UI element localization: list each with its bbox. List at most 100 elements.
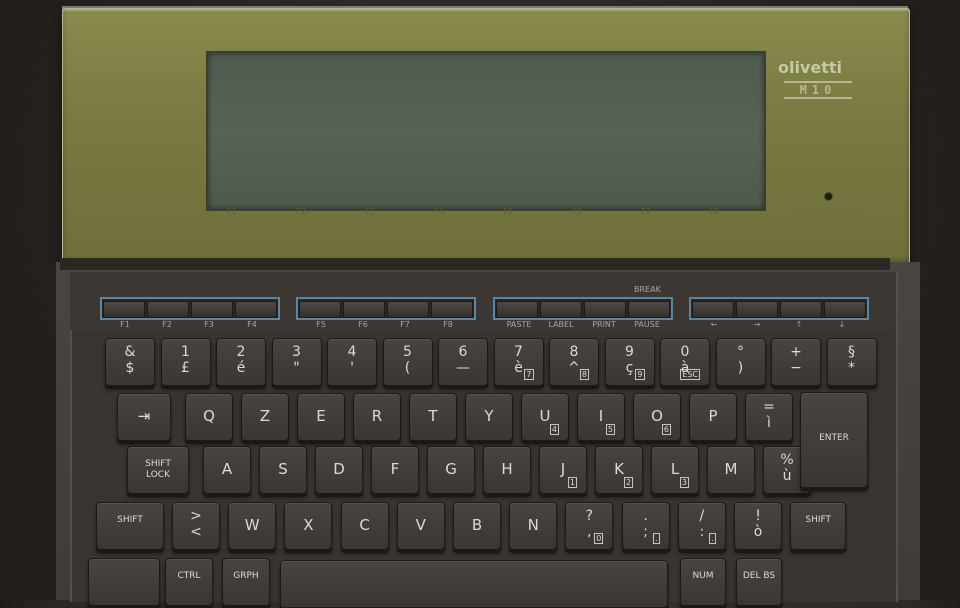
r3-key-9-c: L [670,460,680,478]
r1-key-1[interactable]: 1 £ [160,338,211,386]
r4-key-12[interactable]: SHIFT [790,502,847,550]
graph-key-s: GRPH [233,571,259,581]
r4-key-9[interactable]: .;. [621,502,670,550]
r2-key-9[interactable]: O6 [633,393,681,441]
r2-key-4-c: R [371,407,383,425]
r1-key-8-sub: 8 [579,369,589,380]
r3-key-4-c: F [390,460,400,478]
r2-key-3[interactable]: E [297,393,345,441]
r2-key-5-c: T [428,407,438,425]
r2-key-10[interactable]: P [689,393,737,441]
r1-key-13-t: § [848,344,855,360]
r4-key-0[interactable]: SHIFT [96,502,164,550]
r4-key-5[interactable]: V [396,502,445,550]
r1-key-4[interactable]: 4 ' [327,338,377,386]
label-key[interactable] [540,301,582,318]
num-key[interactable]: NUM [680,558,726,606]
r2-key-7[interactable]: U4 [521,393,569,441]
r2-key-1-c: Q [203,407,215,425]
r4-key-3[interactable]: X [284,502,333,550]
f5-key[interactable] [299,301,341,318]
blank-key[interactable] [88,558,160,606]
r1-key-12[interactable]: + − [771,338,821,386]
r2-key-2[interactable]: Z [241,393,289,441]
r1-key-1-t: 1 [181,344,190,360]
r2-key-11[interactable]: = ì [745,393,793,441]
r4-key-4[interactable]: C [340,502,389,550]
f3-key[interactable] [191,301,233,318]
r4-key-10[interactable]: /:. [677,502,726,550]
r3-key-0[interactable]: SHIFT LOCK [127,446,189,494]
r1-key-7[interactable]: 7è7 [493,338,544,386]
r1-key-11[interactable]: °) [715,338,766,386]
r2-key-4[interactable]: R [353,393,401,441]
r2-key-5[interactable]: T [409,393,457,441]
r2-key-0[interactable]: ⇥ [117,393,171,441]
r1-key-7-sub: 7 [524,369,534,380]
r4-key-2[interactable]: W [228,502,277,550]
r3-key-1-c: A [221,460,233,478]
right-arrow-key[interactable] [736,301,778,318]
r1-key-9-t: 9 [625,344,634,360]
r3-key-7[interactable]: J1 [539,446,587,494]
r1-key-10[interactable]: 0 à ESC [660,338,710,386]
r3-key-10[interactable]: M [707,446,755,494]
f2-key[interactable] [147,301,189,318]
left-arrow-key[interactable] [692,301,734,318]
r3-key-1[interactable]: A [203,446,251,494]
r3-key-4[interactable]: F [371,446,419,494]
r1-key-9[interactable]: 9ç9 [604,338,655,386]
paste-label: PASTE [506,320,532,329]
f8-key[interactable] [431,301,473,318]
graph-key[interactable]: GRPH [222,558,270,606]
r4-key-1[interactable]: > < [172,502,220,550]
r3-key-8[interactable]: K2 [595,446,643,494]
pause-label: PAUSE [634,320,660,329]
pause-key[interactable] [628,301,670,318]
r3-key-10-c: M [724,460,738,478]
r4-key-8[interactable]: ?, 0 [565,502,614,550]
lcd-label-f5: F5 [503,207,513,216]
del-bs-key[interactable]: DEL BS [736,558,782,606]
r1-key-3[interactable]: 3 " [271,338,322,386]
print-key[interactable] [584,301,626,318]
r4-key-6[interactable]: B [453,502,501,550]
f1-key[interactable] [103,301,145,318]
r4-key-11[interactable]: ! ò [734,502,782,550]
r1-key-13[interactable]: § * [826,338,877,386]
r1-key-8[interactable]: 8 ^ 8 [549,338,599,386]
r1-key-4-t: 4 [347,344,357,360]
r1-key-6[interactable]: 6— [438,338,488,386]
r1-key-3-b: " [293,360,300,376]
r4-key-7[interactable]: N [509,502,558,550]
r4-key-9-t: . [643,508,648,524]
r2-key-1[interactable]: Q [185,393,233,441]
ctrl-key[interactable]: CTRL [165,558,213,606]
r1-key-8-t: 8 [569,344,579,360]
r3-key-9[interactable]: L3 [651,446,699,494]
r1-key-7-b: è [514,360,523,376]
r3-key-6[interactable]: H [483,446,531,494]
r3-key-5[interactable]: G [427,446,475,494]
r2-key-6[interactable]: Y [465,393,513,441]
r1-key-0-b: $ [125,360,135,376]
r1-key-0[interactable]: & $ [105,338,155,386]
f7-key[interactable] [387,301,429,318]
paste-key[interactable] [496,301,538,318]
up-arrow-key[interactable] [780,301,822,318]
r1-key-2[interactable]: 2é [216,338,266,386]
f4-key[interactable] [235,301,277,318]
r4-key-4-c: C [359,516,370,534]
r1-key-5[interactable]: 5( [382,338,433,386]
down-arrow-key[interactable] [824,301,866,318]
f6-key[interactable] [343,301,385,318]
enter-key[interactable]: ENTER [800,392,868,488]
r2-key-8[interactable]: I5 [577,393,625,441]
r1-key-9-b: ç [625,360,634,376]
r3-key-3[interactable]: D [315,446,363,494]
function-group-3 [493,297,673,320]
r3-key-2[interactable]: S [259,446,307,494]
space-bar[interactable] [280,560,668,608]
r3-key-8-sub: 2 [623,477,633,488]
r1-key-8-b: ^ [568,360,580,376]
